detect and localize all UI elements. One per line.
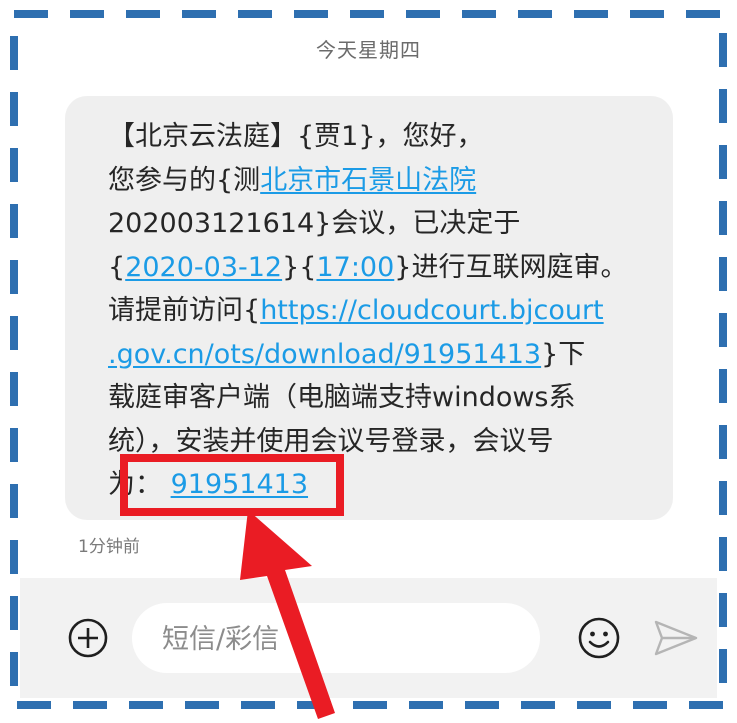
message-line: .gov.cn/ots/download/91951413}下 xyxy=(108,333,628,377)
message-line: 202003121614}会议，已决定于 xyxy=(108,208,521,239)
date-link[interactable]: 2020-03-12 xyxy=(125,252,282,283)
date-divider: 今天星期四 xyxy=(316,38,421,62)
message-line: 您参与的{测北京市石景山法院 xyxy=(108,159,628,203)
message-line: 【北京云法庭】{贾1}，您好， xyxy=(108,121,484,152)
message-line: {2020-03-12}{17:00}进行互联网庭审。 xyxy=(108,246,628,290)
message-line: 请提前访问{https://cloudcourt.bjcourt xyxy=(108,289,628,333)
download-url-link[interactable]: https://cloudcourt.bjcourt xyxy=(260,295,603,326)
message-timestamp: 1分钟前 xyxy=(78,537,140,557)
add-circle-icon[interactable] xyxy=(66,616,110,660)
message-line: 载庭审客户端（电脑端支持windows系 xyxy=(108,382,576,413)
smiley-icon[interactable] xyxy=(576,615,622,661)
message-text-span: }{ xyxy=(282,251,317,283)
message-text: 【北京云法庭】{贾1}，您好， 您参与的{测北京市石景山法院 202003121… xyxy=(108,115,628,507)
download-url-link-continued[interactable]: .gov.cn/ots/download/91951413 xyxy=(108,339,541,370)
message-line: 为： 91951413 xyxy=(108,463,628,507)
message-text-span: 请提前访问{ xyxy=(108,295,261,326)
court-name-link[interactable]: 北京市石景山法院 xyxy=(260,165,476,196)
message-text-span: { xyxy=(108,251,126,283)
message-input[interactable] xyxy=(160,603,524,675)
message-text-span: 您参与的{测 xyxy=(108,164,261,196)
message-input-field[interactable] xyxy=(132,603,540,675)
send-icon[interactable] xyxy=(652,618,700,658)
time-link[interactable]: 17:00 xyxy=(316,252,394,283)
message-line: 统），安装并使用会议号登录，会议号 xyxy=(108,425,554,457)
meeting-number-link[interactable]: 91951413 xyxy=(171,469,308,500)
message-text-span: 为： xyxy=(108,469,162,500)
message-text-span: }下 xyxy=(541,338,586,370)
message-text-span: }进行互联网庭审。 xyxy=(394,251,628,283)
